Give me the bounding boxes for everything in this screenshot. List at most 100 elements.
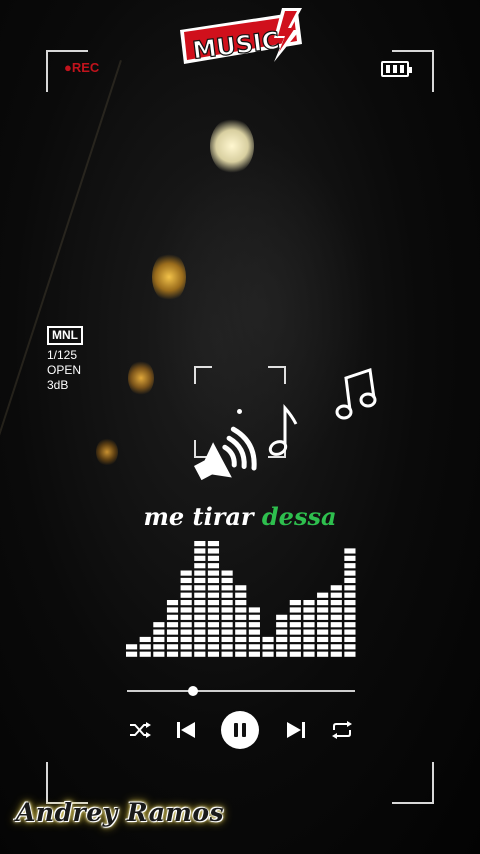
equalizer-segment	[303, 629, 315, 635]
equalizer-segment	[235, 614, 247, 620]
seek-knob[interactable]	[188, 686, 199, 696]
equalizer-segment	[289, 629, 301, 635]
equalizer-segment	[262, 651, 274, 657]
equalizer-segment	[221, 592, 233, 598]
equalizer-segment	[180, 577, 192, 584]
equalizer-segment	[276, 636, 288, 643]
equalizer-segment	[194, 622, 206, 628]
equalizer-segment	[207, 555, 220, 561]
equalizer-segment	[207, 600, 220, 606]
viewfinder-corner	[392, 762, 434, 804]
equalizer-segment	[344, 577, 356, 584]
seek-bar[interactable]	[127, 686, 355, 696]
equalizer-segment	[221, 607, 233, 613]
equalizer-segment	[317, 614, 329, 620]
repeat-icon	[332, 721, 352, 739]
mode-badge: MNL	[47, 326, 83, 345]
equalizer-segment	[330, 644, 342, 650]
equalizer-segment	[330, 629, 342, 635]
equalizer-segment	[207, 636, 220, 643]
equalizer-segment	[194, 644, 206, 650]
equalizer-segment	[330, 592, 342, 598]
skip-next-icon	[287, 722, 305, 738]
skip-previous-icon	[177, 722, 195, 738]
equalizer-segment	[344, 629, 356, 635]
equalizer-segment	[194, 600, 206, 606]
shutter-speed: 1/125	[47, 348, 78, 362]
equalizer-segment	[330, 622, 342, 628]
equalizer-segment	[248, 622, 260, 628]
equalizer-segment	[289, 600, 301, 606]
equalizer-segment	[180, 592, 192, 598]
equalizer-segment	[139, 651, 151, 657]
equalizer-segment	[344, 548, 356, 554]
equalizer-segment	[303, 636, 315, 643]
equalizer-segment	[330, 614, 342, 620]
background-bulb	[96, 438, 118, 466]
equalizer-segment	[344, 585, 356, 591]
equalizer-segment	[317, 651, 329, 657]
equalizer-segment	[330, 607, 342, 613]
equalizer-segment	[276, 614, 288, 620]
rec-indicator: ●REC	[64, 60, 100, 75]
equalizer-segment	[248, 629, 260, 635]
equalizer-segment	[303, 600, 315, 606]
equalizer-segment	[153, 636, 165, 643]
equalizer-segment	[180, 644, 192, 650]
equalizer-segment	[153, 644, 165, 650]
lyric-line: me tirar dessa	[0, 502, 480, 531]
lyric-text: me tirar	[143, 502, 254, 531]
equalizer-segment	[194, 607, 206, 613]
equalizer-segment	[180, 585, 192, 591]
equalizer-segment	[235, 600, 247, 606]
equalizer-segment	[248, 607, 260, 613]
shuffle-button[interactable]	[124, 708, 156, 752]
equalizer-segment	[276, 644, 288, 650]
equalizer-segment	[207, 622, 220, 628]
speaker-sound-icon	[193, 426, 257, 481]
playback-controls	[120, 708, 360, 752]
equalizer-segment	[194, 651, 206, 657]
equalizer-segment	[344, 607, 356, 613]
equalizer-segment	[317, 592, 329, 598]
equalizer-segment	[317, 622, 329, 628]
repeat-button[interactable]	[326, 708, 358, 752]
equalizer-segment	[289, 614, 301, 620]
equalizer-segment	[248, 644, 260, 650]
equalizer-segment	[303, 607, 315, 613]
equalizer-segment	[262, 644, 274, 650]
equalizer-segment	[221, 614, 233, 620]
equalizer-segment	[166, 614, 179, 620]
equalizer-segment	[207, 629, 220, 635]
equalizer-segment	[221, 644, 233, 650]
equalizer-segment	[289, 636, 301, 643]
equalizer-segment	[180, 614, 192, 620]
equalizer-segment	[235, 585, 247, 591]
equalizer-segment	[180, 600, 192, 606]
equalizer-segment	[153, 651, 165, 657]
equalizer-segment	[344, 644, 356, 650]
lyric-highlight: dessa	[261, 502, 337, 531]
equalizer-segment	[221, 600, 233, 606]
equalizer-segment	[194, 570, 206, 576]
equalizer-segment	[248, 614, 260, 620]
previous-button[interactable]	[170, 708, 202, 752]
equalizer-segment	[289, 622, 301, 628]
focus-dot	[237, 409, 242, 414]
equalizer-segment	[194, 555, 206, 561]
next-button[interactable]	[280, 708, 312, 752]
equalizer-segment	[126, 644, 138, 650]
equalizer-segment	[221, 585, 233, 591]
equalizer-segment	[317, 607, 329, 613]
equalizer-segment	[235, 629, 247, 635]
equalizer-segment	[221, 570, 233, 576]
equalizer-segment	[180, 570, 192, 576]
equalizer-segment	[344, 563, 356, 569]
pause-button[interactable]	[220, 708, 260, 752]
equalizer-segment	[126, 651, 138, 657]
equalizer-segment	[207, 644, 220, 650]
equalizer-segment	[166, 651, 179, 657]
equalizer-segment	[153, 622, 165, 628]
equalizer-segment	[276, 622, 288, 628]
equalizer-segment	[344, 651, 356, 657]
